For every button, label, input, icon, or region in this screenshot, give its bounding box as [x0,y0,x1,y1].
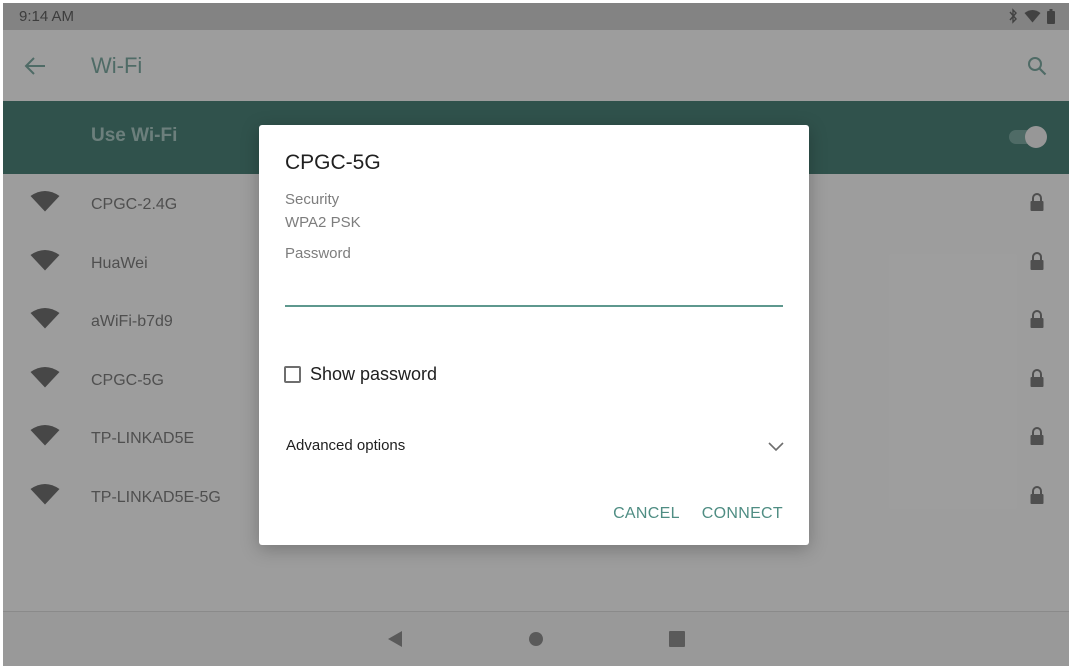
advanced-options-expander[interactable]: Advanced options [285,425,785,465]
show-password-label: Show password [310,364,438,384]
cancel-button[interactable]: CANCEL [613,505,680,523]
password-label: Password [285,245,351,262]
security-value: WPA2 PSK [285,214,361,231]
security-label: Security [285,191,340,208]
chevron-down-icon [768,442,784,452]
show-password-checkbox[interactable]: Show password [284,364,437,385]
checkbox-box [284,366,301,383]
dialog-title: CPGC-5G [285,151,381,174]
android-screen: 9:14 AM Wi-Fi Use Wi-Fi CPGC-2.4G HuaWei… [3,3,1069,666]
advanced-options-label: Advanced options [286,437,406,454]
password-input[interactable] [285,273,783,307]
dialog-actions: CANCEL CONNECT [613,505,783,523]
connect-button[interactable]: CONNECT [702,505,783,523]
wifi-connect-dialog: CPGC-5G Security WPA2 PSK Password Show … [259,125,809,545]
